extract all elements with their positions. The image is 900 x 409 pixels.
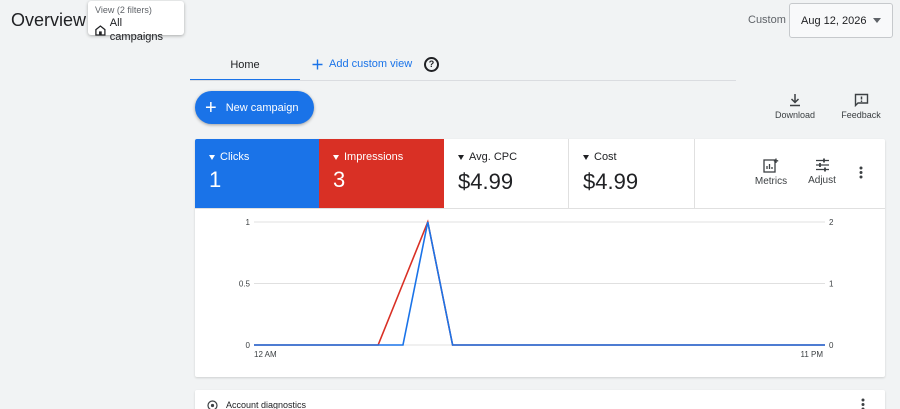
more-vert-icon[interactable] <box>861 398 865 409</box>
metric-clicks[interactable]: Clicks 1 <box>195 139 319 208</box>
caret-down-icon[interactable] <box>209 154 215 160</box>
tab-home[interactable]: Home <box>190 52 300 81</box>
new-campaign-button[interactable]: + New campaign <box>195 91 314 124</box>
metrics-label: Metrics <box>754 176 788 187</box>
performance-chart: 0 0 0.5 1 1 2 12 AM 11 PM <box>239 218 834 359</box>
y-tick-label-right: 2 <box>829 218 834 227</box>
feedback-icon <box>854 93 868 107</box>
metric-cost-label: Cost <box>594 151 617 163</box>
metric-cost[interactable]: Cost $4.99 <box>569 139 695 208</box>
metric-avg-cpc[interactable]: Avg. CPC $4.99 <box>444 139 569 208</box>
add-custom-view-label: Add custom view <box>329 58 413 70</box>
download-button[interactable]: Download <box>771 93 819 120</box>
feedback-button[interactable]: Feedback <box>839 93 883 120</box>
y-tick-label-left: 0.5 <box>239 280 251 289</box>
more-vert-icon[interactable] <box>859 166 863 182</box>
performance-card: Clicks 1 Impressions 3 Avg. CPC $4.99 Co… <box>195 139 885 377</box>
metric-impressions-value: 3 <box>333 167 346 192</box>
date-range-selector[interactable]: Aug 12, 2026 <box>789 3 893 38</box>
view-selected-label: All campaigns <box>109 17 163 43</box>
date-range-type: Custom <box>748 14 786 26</box>
date-value: Aug 12, 2026 <box>801 14 867 27</box>
account-diagnostics-label: Account diagnostics <box>226 400 307 409</box>
page-title: Overview <box>11 10 87 30</box>
tune-icon <box>815 158 829 172</box>
y-tick-label-right: 0 <box>829 341 834 350</box>
view-filter-count: View (2 filters) <box>95 5 152 15</box>
y-tick-label-right: 1 <box>829 280 834 289</box>
caret-down-icon[interactable] <box>458 154 464 160</box>
feedback-label: Feedback <box>841 110 881 120</box>
account-diagnostics-card[interactable]: Account diagnostics <box>195 390 885 409</box>
download-icon <box>790 94 800 107</box>
caret-down-icon[interactable] <box>583 154 589 160</box>
download-label: Download <box>774 110 816 120</box>
adjust-label: Adjust <box>808 175 836 186</box>
x-tick-label: 12 AM <box>254 350 277 359</box>
metric-impressions[interactable]: Impressions 3 <box>319 139 444 208</box>
tab-divider <box>190 80 736 81</box>
y-tick-label-left: 1 <box>246 218 251 227</box>
metric-cost-value: $4.99 <box>583 169 639 194</box>
metric-clicks-value: 1 <box>209 167 222 192</box>
diagnostics-icon <box>207 400 218 409</box>
help-icon[interactable]: ? <box>424 57 439 72</box>
metrics-button[interactable]: Metrics <box>752 158 790 187</box>
adjust-button[interactable]: Adjust <box>805 158 839 186</box>
metric-avg-cpc-label: Avg. CPC <box>469 151 518 163</box>
metric-avg-cpc-value: $4.99 <box>458 169 514 194</box>
add-chart-icon <box>763 158 779 173</box>
caret-down-icon[interactable] <box>333 154 339 160</box>
metric-clicks-label: Clicks <box>220 151 250 163</box>
view-filter-chip[interactable]: View (2 filters) All campaigns <box>88 1 184 43</box>
y-tick-label-left: 0 <box>246 341 251 350</box>
caret-down-icon <box>873 18 881 23</box>
plus-icon <box>312 59 323 69</box>
store-icon <box>95 24 106 36</box>
new-campaign-label: New campaign <box>225 101 299 114</box>
x-tick-label: 11 PM <box>800 350 823 359</box>
metric-impressions-label: Impressions <box>344 151 404 163</box>
add-custom-view-button[interactable]: Add custom view <box>312 58 412 70</box>
plus-icon: + <box>205 96 217 119</box>
